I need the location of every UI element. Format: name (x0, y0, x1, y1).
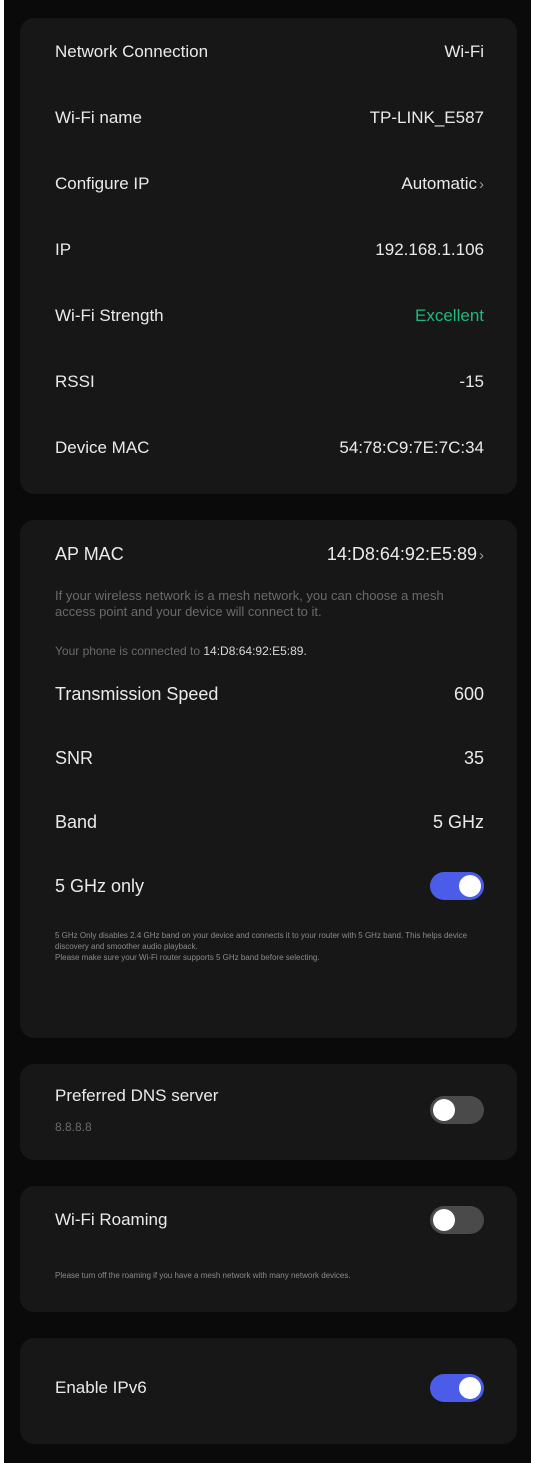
five-ghz-only-toggle[interactable] (430, 872, 484, 900)
access-point-card: AP MAC 14:D8:64:92:E5:89 › If your wirele… (20, 520, 517, 1038)
row-value: -15 (459, 372, 484, 391)
row-label: Wi-Fi name (55, 108, 142, 127)
row-value: Wi-Fi (444, 42, 484, 61)
dns-card: Preferred DNS server 8.8.8.8 (20, 1064, 517, 1160)
five-ghz-note-line2: Please make sure your Wi-Fi router suppo… (55, 953, 320, 962)
row-label: SNR (55, 747, 94, 768)
five-ghz-only-row: 5 GHz only (55, 866, 484, 906)
toggle-knob (459, 1377, 481, 1399)
toggle-knob (459, 875, 481, 897)
row-label: RSSI (55, 372, 95, 391)
connection-info-card: Network Connection Wi-Fi Wi-Fi name TP-L… (20, 18, 517, 494)
connected-prefix: Your phone is connected to (55, 644, 201, 658)
row-value: 5 GHz (432, 811, 484, 832)
ap-mac-row[interactable]: AP MAC 14:D8:64:92:E5:89 › (55, 534, 484, 574)
connected-mac: 14:D8:64:92:E5:89. (203, 644, 307, 658)
row-value: 14:D8:64:92:E5:89 (326, 543, 477, 564)
roaming-card: Wi-Fi Roaming Please turn off the roamin… (20, 1186, 517, 1312)
row-label: AP MAC (55, 543, 124, 564)
row-label: Wi-Fi Strength (55, 306, 164, 325)
toggle-knob (433, 1099, 455, 1121)
configure-ip-value[interactable]: Automatic › (401, 174, 484, 194)
row-label: Transmission Speed (55, 683, 219, 704)
wifi-details-screen: Network Connection Wi-Fi Wi-Fi name TP-L… (4, 0, 531, 1463)
row-label: Configure IP (55, 174, 150, 193)
chevron-right-icon: › (479, 546, 484, 564)
dns-value: 8.8.8.8 (55, 1120, 92, 1134)
band-row: Band 5 GHz (55, 802, 484, 842)
roaming-label: Wi-Fi Roaming (55, 1210, 168, 1229)
row-label: Band (55, 811, 98, 832)
configure-ip-row[interactable]: Configure IP Automatic › (55, 164, 484, 204)
row-value: Automatic (401, 174, 477, 193)
row-label: 5 GHz only (55, 875, 145, 896)
row-label: IP (55, 240, 72, 259)
row-value: 54:78:C9:7E:7C:34 (339, 438, 484, 457)
mesh-description: If your wireless network is a mesh netwo… (55, 588, 444, 619)
device-mac-row: Device MAC 54:78:C9:7E:7C:34 (55, 428, 484, 468)
rssi-row: RSSI -15 (55, 362, 484, 402)
dns-label: Preferred DNS server (55, 1086, 219, 1105)
five-ghz-note: 5 GHz Only disables 2.4 GHz band on your… (55, 930, 481, 963)
ipv6-card: Enable IPv6 (20, 1338, 517, 1444)
snr-row: SNR 35 (55, 738, 484, 778)
transmission-speed-row: Transmission Speed 600 (55, 674, 484, 714)
wifi-name-row: Wi-Fi name TP-LINK_E587 (55, 98, 484, 138)
five-ghz-note-line1: 5 GHz Only disables 2.4 GHz band on your… (55, 931, 468, 951)
ap-mac-value[interactable]: 14:D8:64:92:E5:89 › (327, 544, 484, 565)
ip-row: IP 192.168.1.106 (55, 230, 484, 270)
dns-toggle[interactable] (430, 1096, 484, 1124)
wifi-strength-row: Wi-Fi Strength Excellent (55, 296, 484, 336)
roaming-toggle[interactable] (430, 1206, 484, 1234)
row-value: 192.168.1.106 (375, 240, 484, 259)
network-connection-row: Network Connection Wi-Fi (55, 32, 484, 72)
row-label: Device MAC (55, 438, 150, 457)
wifi-strength-value: Excellent (415, 306, 484, 325)
row-value: 600 (453, 683, 484, 704)
toggle-knob (433, 1209, 455, 1231)
roaming-note: Please turn off the roaming if you have … (55, 1271, 351, 1280)
row-value: TP-LINK_E587 (369, 108, 484, 127)
row-value: 35 (463, 747, 484, 768)
row-label: Network Connection (55, 42, 209, 61)
chevron-right-icon: › (479, 176, 484, 193)
connected-to-text: Your phone is connected to 14:D8:64:92:E… (55, 644, 484, 658)
ipv6-label: Enable IPv6 (55, 1378, 147, 1397)
ipv6-toggle[interactable] (430, 1374, 484, 1402)
